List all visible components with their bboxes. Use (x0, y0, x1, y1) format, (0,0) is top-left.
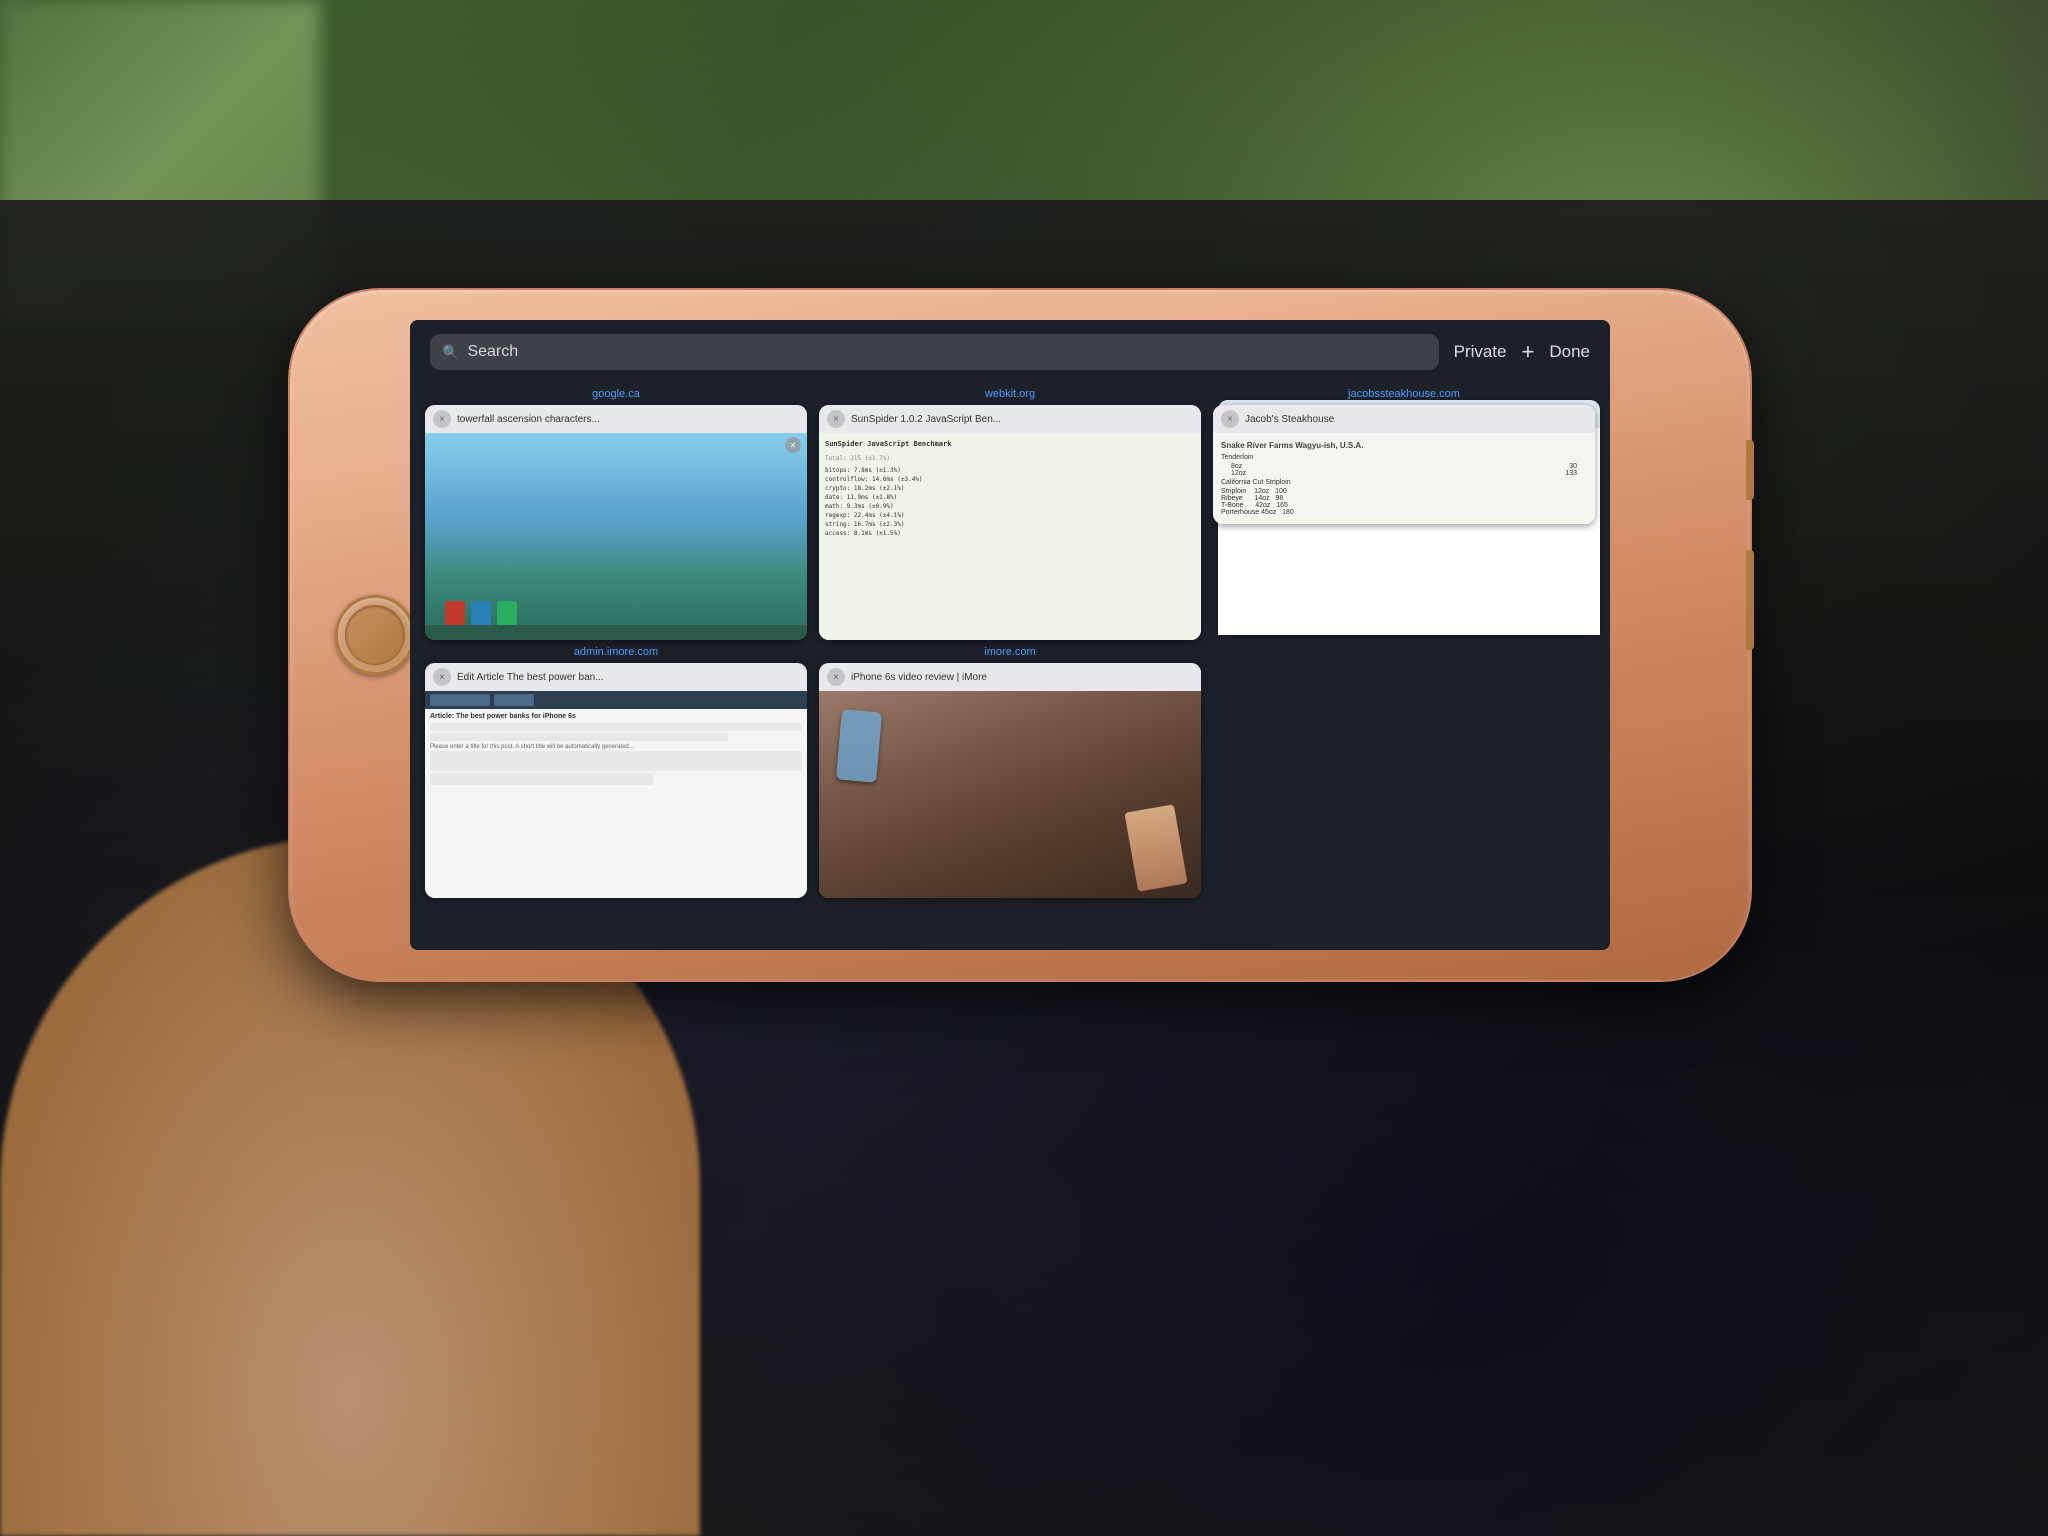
tab-admin-header: × Edit Article The best power ban... (425, 663, 807, 691)
tab-webkit-thumbnail: SunSpider JavaScript Benchmark Total: 21… (819, 433, 1201, 640)
admin-nav-item-2 (494, 694, 534, 706)
power-button[interactable] (1746, 440, 1754, 500)
tab-towerfall-header: × towerfall ascension characters... (425, 405, 807, 433)
tab-admin-title: Edit Article The best power ban... (457, 672, 799, 683)
domain-label-1: google.ca (425, 385, 807, 403)
tab-admin-close[interactable]: × (433, 668, 451, 686)
private-button[interactable]: Private (1454, 342, 1507, 362)
admin-field-2 (430, 733, 728, 741)
search-bar[interactable]: 🔍 Search (430, 334, 1439, 370)
admin-field-1 (430, 723, 802, 731)
search-input[interactable]: Search (467, 343, 518, 361)
domain-label-5: imore.com (819, 643, 1201, 661)
phone-screen-thumb (836, 709, 882, 782)
tab-admin-content: Article: The best power banks for iPhone… (425, 691, 807, 898)
tab-steakhouse-title: Jacob's Steakhouse (1245, 414, 1587, 425)
home-button-ring (345, 605, 405, 665)
domain-label-4: admin.imore.com (425, 643, 807, 661)
cards-row-2: × Edit Article The best power ban... Art… (425, 663, 1595, 898)
toolbar: 🔍 Search Private + Done (410, 320, 1610, 380)
done-button[interactable]: Done (1549, 342, 1590, 362)
tab-towerfall[interactable]: × towerfall ascension characters... × (425, 405, 807, 640)
home-button[interactable] (335, 595, 415, 675)
char-3 (497, 601, 517, 625)
game-characters (445, 601, 517, 625)
admin-submit (430, 773, 653, 785)
admin-topbar (425, 691, 807, 709)
tab-empty-slot (1213, 663, 1595, 898)
tab-imore-thumbnail (819, 691, 1201, 898)
char-2 (471, 601, 491, 625)
domain-label-6 (1213, 643, 1595, 661)
tab-webkit[interactable]: × SunSpider 1.0.2 JavaScript Ben... SunS… (819, 405, 1201, 640)
tab-imore-title: iPhone 6s video review | iMore (851, 672, 1193, 683)
tab-steakhouse-close[interactable]: × (1221, 410, 1239, 428)
domain-row-2: admin.imore.com imore.com (425, 643, 1595, 661)
safari-tabs-view: 🔍 Search Private + Done google.ca webkit… (410, 320, 1610, 950)
char-1 (445, 601, 465, 625)
tab-webkit-content: SunSpider JavaScript Benchmark Total: 21… (819, 433, 1201, 640)
tab-towerfall-content: × (425, 433, 807, 640)
tab-admin-imore[interactable]: × Edit Article The best power ban... Art… (425, 663, 807, 898)
iphone-frame: 🔍 Search Private + Done google.ca webkit… (290, 290, 1750, 980)
phone-thumb (836, 709, 882, 782)
tab-steakhouse-thumbnail: Snake River Farms Wagyu-ish, U.S.A. Tend… (1213, 433, 1595, 524)
tab-webkit-title: SunSpider 1.0.2 JavaScript Ben... (851, 414, 1193, 425)
tab-steakhouse[interactable]: × Jacob's Steakhouse Snake River Farms W… (1213, 405, 1595, 524)
tab-towerfall-thumbnail: × (425, 433, 807, 640)
tab-towerfall-title: towerfall ascension characters... (457, 414, 799, 425)
phone-screen: 🔍 Search Private + Done google.ca webkit… (410, 320, 1610, 950)
towerfall-thumb-close[interactable]: × (785, 437, 801, 453)
tab-towerfall-close[interactable]: × (433, 410, 451, 428)
tab-imore-content (819, 691, 1201, 898)
volume-button[interactable] (1746, 550, 1754, 650)
admin-content-field (430, 751, 802, 771)
tab-admin-thumbnail: Article: The best power banks for iPhone… (425, 691, 807, 898)
cards-row-1: × towerfall ascension characters... × (425, 405, 1595, 640)
tab-imore-header: × iPhone 6s video review | iMore (819, 663, 1201, 691)
domain-label-2: webkit.org (819, 385, 1201, 403)
tab-imore-video[interactable]: × iPhone 6s video review | iMore (819, 663, 1201, 898)
tab-webkit-header: × SunSpider 1.0.2 JavaScript Ben... (819, 405, 1201, 433)
search-icon: 🔍 (442, 344, 459, 361)
tab-imore-close[interactable]: × (827, 668, 845, 686)
new-tab-button[interactable]: + (1522, 341, 1535, 363)
tab-stack-steakhouse: × jacobssteakhouse.com/pdf/ste... Snake … (1213, 405, 1595, 640)
tab-steakhouse-content: Snake River Farms Wagyu-ish, U.S.A. Tend… (1213, 433, 1595, 524)
tabs-grid: google.ca webkit.org jacobssteakhouse.co… (410, 380, 1610, 940)
tab-webkit-close[interactable]: × (827, 410, 845, 428)
admin-nav-item (430, 694, 490, 706)
tab-steakhouse-header: × Jacob's Steakhouse (1213, 405, 1595, 433)
game-ground (425, 625, 807, 640)
